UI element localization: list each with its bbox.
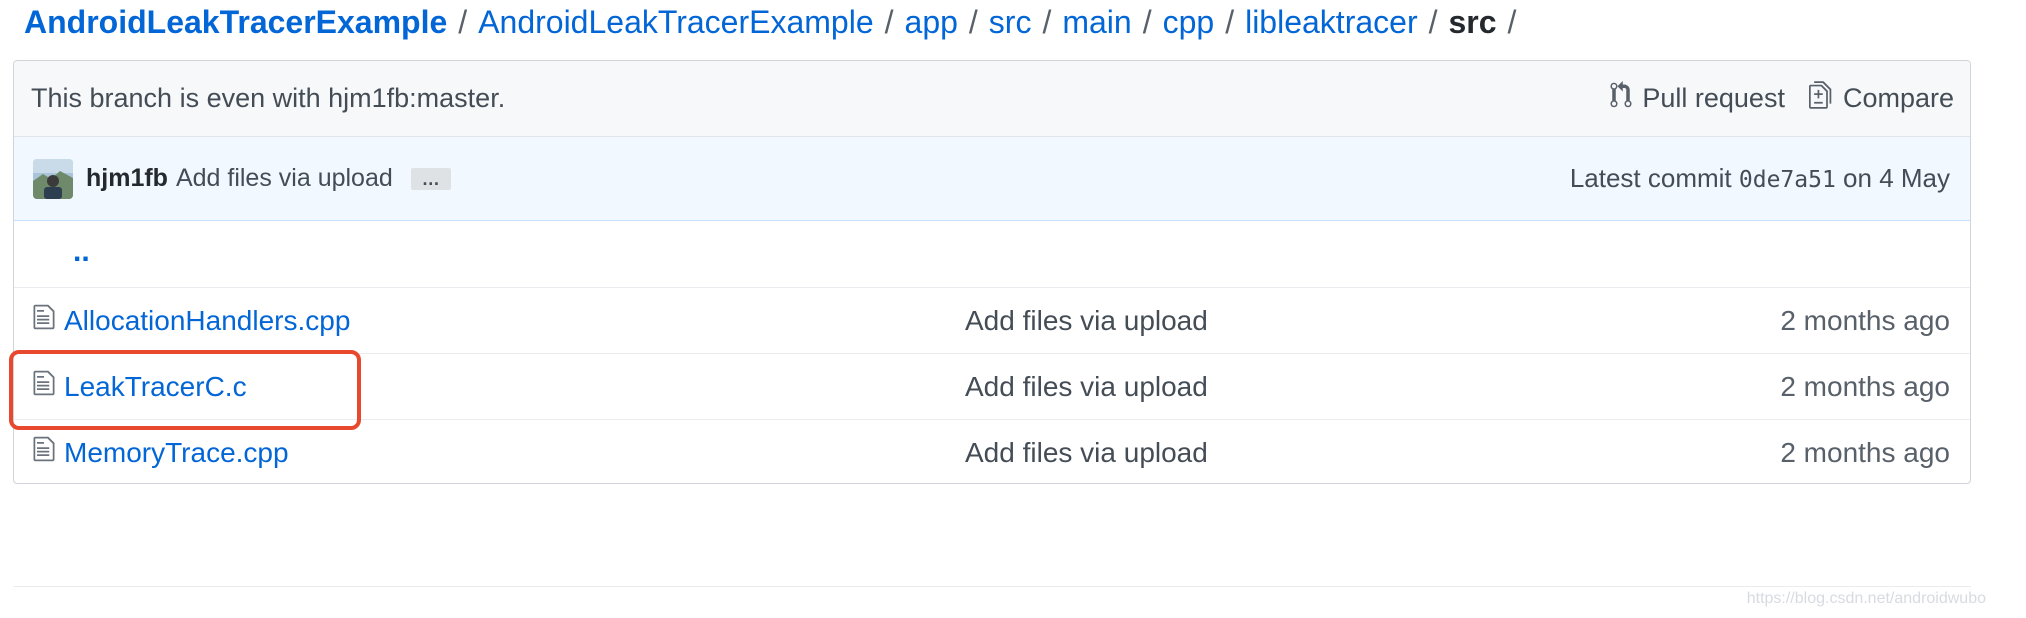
breadcrumb-separator: / <box>1225 4 1235 40</box>
file-age: 2 months ago <box>1780 436 1950 468</box>
compare-label: Compare <box>1842 83 1954 113</box>
commit-summary: hjm1fb Add files via upload … <box>33 158 451 199</box>
commit-sha-link[interactable]: 0de7a51 <box>1739 167 1836 193</box>
latest-commit-info: Latest commit 0de7a51 on 4 May <box>1570 163 1950 194</box>
commit-message-link[interactable]: Add files via upload <box>176 164 393 193</box>
file-link[interactable]: AllocationHandlers.cpp <box>64 305 350 337</box>
breadcrumb-separator: / <box>1507 4 1517 40</box>
latest-commit-prefix: Latest commit <box>1569 163 1732 193</box>
latest-commit-bar: hjm1fb Add files via upload … Latest com… <box>14 137 1970 221</box>
breadcrumb-repo-link[interactable]: AndroidLeakTracerExample <box>24 4 447 40</box>
file-name-cell: MemoryTrace.cpp <box>14 435 932 470</box>
pull-request-button[interactable]: Pull request <box>1610 81 1785 116</box>
file-icon <box>33 369 64 404</box>
breadcrumb-separator: / <box>968 4 978 40</box>
pull-request-label: Pull request <box>1642 83 1785 113</box>
divider <box>13 586 1971 587</box>
table-row: MemoryTrace.cpp Add files via upload 2 m… <box>14 419 1970 483</box>
breadcrumb-link-app[interactable]: app <box>905 4 958 40</box>
file-age: 2 months ago <box>1780 304 1950 336</box>
table-row: LeakTracerC.c Add files via upload 2 mon… <box>14 353 1970 419</box>
file-name-cell: LeakTracerC.c <box>14 369 932 404</box>
commit-author-link[interactable]: hjm1fb <box>86 164 168 193</box>
breadcrumb-link-cpp[interactable]: cpp <box>1163 4 1215 40</box>
parent-directory-link[interactable]: .. <box>14 235 90 269</box>
commit-date: on 4 May <box>1843 163 1950 193</box>
breadcrumb-separator: / <box>1428 4 1438 40</box>
diff-icon <box>1808 80 1843 117</box>
file-age: 2 months ago <box>1780 370 1950 402</box>
file-name-cell: AllocationHandlers.cpp <box>14 303 932 338</box>
breadcrumb-link-main[interactable]: main <box>1062 4 1131 40</box>
breadcrumb: AndroidLeakTracerExample / AndroidLeakTrac… <box>24 2 1527 42</box>
breadcrumb-separator: / <box>1142 4 1152 40</box>
breadcrumb-link-androidleaktracerexample[interactable]: AndroidLeakTracerExample <box>478 4 873 40</box>
parent-directory-row[interactable]: .. <box>14 221 1970 287</box>
breadcrumb-current: src <box>1448 4 1497 40</box>
branch-info-bar: This branch is even with hjm1fb:master. … <box>14 61 1970 137</box>
git-pull-request-icon <box>1610 81 1642 116</box>
avatar[interactable] <box>33 158 73 199</box>
breadcrumb-separator: / <box>884 4 894 40</box>
branch-status-text: This branch is even with hjm1fb:master. <box>31 83 506 113</box>
breadcrumb-separator: / <box>1042 4 1052 40</box>
file-icon <box>33 303 64 338</box>
file-link[interactable]: MemoryTrace.cpp <box>64 437 289 469</box>
expand-commit-message-button[interactable]: … <box>410 167 451 190</box>
breadcrumb-link-libleaktracer[interactable]: libleaktracer <box>1245 4 1418 40</box>
compare-button[interactable]: Compare <box>1808 80 1954 117</box>
file-icon <box>33 435 64 470</box>
watermark: https://blog.csdn.net/androidwubo <box>1746 590 1986 607</box>
file-commit-message[interactable]: Add files via upload <box>932 371 1532 403</box>
file-link[interactable]: LeakTracerC.c <box>64 371 247 403</box>
file-commit-message[interactable]: Add files via upload <box>932 305 1532 337</box>
breadcrumb-link-src[interactable]: src <box>989 4 1032 40</box>
file-browser: This branch is even with hjm1fb:master. … <box>13 60 1971 484</box>
file-commit-message[interactable]: Add files via upload <box>932 437 1532 469</box>
branch-actions: Pull request Compare <box>1586 80 1954 117</box>
breadcrumb-separator: / <box>458 4 468 40</box>
table-row: AllocationHandlers.cpp Add files via upl… <box>14 287 1970 353</box>
